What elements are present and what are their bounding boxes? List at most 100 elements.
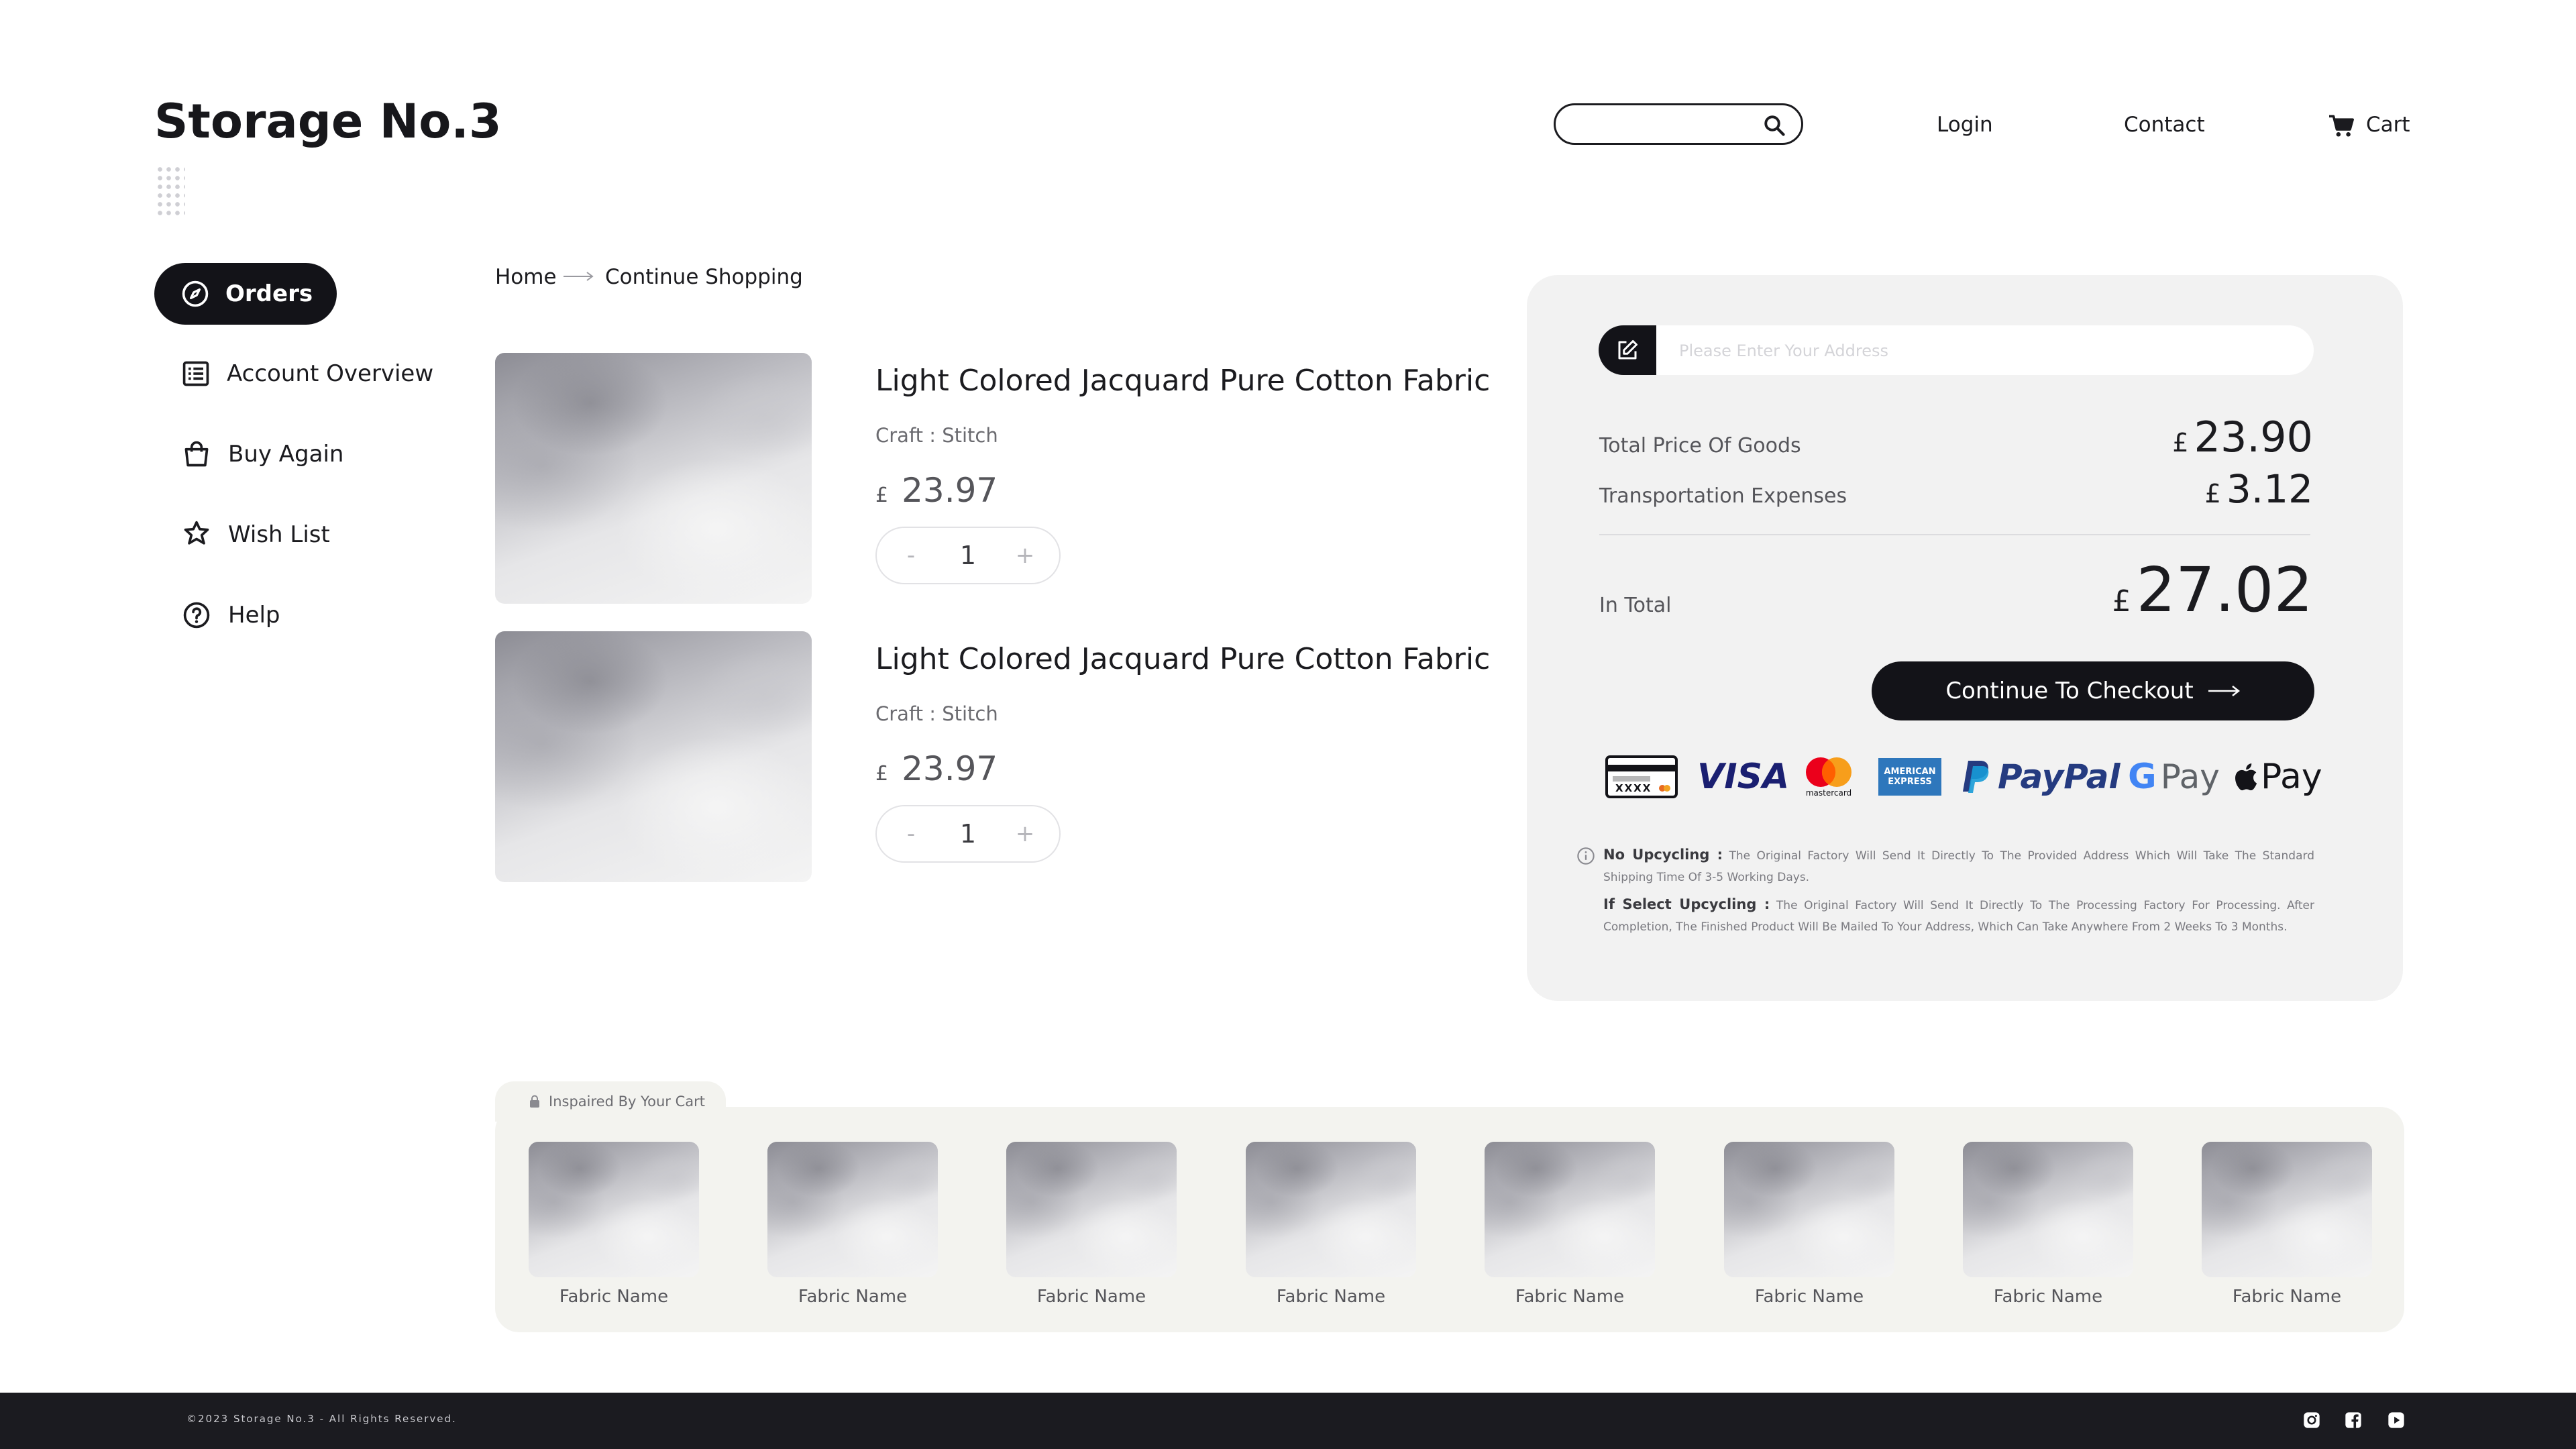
inspired-title-text: Inspaired By Your Cart: [549, 1093, 705, 1110]
product-title[interactable]: Light Colored Jacquard Pure Cotton Fabri…: [875, 364, 1490, 398]
cart-icon[interactable]: [2328, 114, 2355, 138]
compass-icon: [180, 278, 211, 309]
sidebar-item-label: Wish List: [228, 521, 330, 548]
shipping-note-upcycling: If Select Upcycling : The Original Facto…: [1603, 894, 2314, 938]
currency-symbol: £: [875, 484, 889, 507]
item-name: Fabric Name: [1515, 1287, 1625, 1307]
item-name: Fabric Name: [1036, 1287, 1146, 1307]
transport-label: Transportation Expenses: [1599, 484, 1847, 508]
sidebar-item-buy-again[interactable]: Buy Again: [154, 423, 382, 485]
recommended-item[interactable]: Fabric Name: [1006, 1142, 1177, 1307]
order-summary-panel: [1527, 275, 2403, 1001]
contact-link[interactable]: Contact: [2124, 113, 2205, 137]
shopping-bag-icon: [181, 439, 212, 470]
goods-total-value: £ 23.90: [2172, 413, 2313, 462]
applepay-text: Pay: [2261, 757, 2322, 797]
recommended-item[interactable]: Fabric Name: [767, 1142, 938, 1307]
product-title[interactable]: Light Colored Jacquard Pure Cotton Fabri…: [875, 642, 1490, 676]
currency-symbol: £: [2112, 584, 2131, 619]
price-value: 23.97: [902, 471, 998, 510]
sidebar-item-label: Help: [228, 602, 280, 629]
mastercard-text: mastercard: [1805, 788, 1852, 798]
mastercard-logo: mastercard: [1802, 754, 1856, 800]
product-price: £ 23.97: [875, 471, 998, 510]
address-input[interactable]: [1679, 337, 2283, 364]
recommended-item[interactable]: Fabric Name: [529, 1142, 699, 1307]
quantity-value[interactable]: 1: [960, 819, 976, 849]
help-icon: [181, 600, 212, 631]
paypal-logo: PayPal: [1960, 754, 2121, 800]
login-link[interactable]: Login: [1937, 113, 1993, 137]
item-name: Fabric Name: [559, 1287, 669, 1307]
sidebar-item-label: Account Overview: [227, 360, 434, 387]
product-price: £ 23.97: [875, 749, 998, 788]
total-value: £ 27.02: [2112, 554, 2313, 626]
total-amount: 27.02: [2136, 554, 2313, 626]
note-title: If Select Upcycling :: [1603, 896, 1770, 912]
product-image[interactable]: [495, 631, 812, 882]
transport-amount: 3.12: [2226, 466, 2313, 512]
cart-link[interactable]: Cart: [2366, 113, 2410, 137]
increment-button[interactable]: +: [1015, 820, 1035, 847]
search-input[interactable]: [1573, 111, 1754, 138]
increment-button[interactable]: +: [1015, 542, 1035, 569]
quantity-stepper: - 1 +: [875, 805, 1061, 863]
quantity-value[interactable]: 1: [960, 541, 976, 570]
goods-amount: 23.90: [2194, 413, 2314, 462]
card-number-mask: XXXX: [1615, 782, 1652, 794]
youtube-icon[interactable]: [2387, 1411, 2406, 1430]
breadcrumb-current: Continue Shopping: [605, 265, 803, 289]
sidebar-item-orders[interactable]: Orders: [154, 263, 337, 325]
currency-symbol: £: [2172, 428, 2189, 458]
recommended-item[interactable]: Fabric Name: [1963, 1142, 2133, 1307]
search-bar: [1554, 103, 1803, 145]
breadcrumb-home[interactable]: Home: [495, 265, 557, 289]
item-name: Fabric Name: [1754, 1287, 1864, 1307]
google-pay-logo: G Pay: [2128, 757, 2220, 797]
sidebar-item-wish-list[interactable]: Wish List: [154, 504, 382, 566]
search-icon[interactable]: [1762, 113, 1786, 138]
transport-value: £ 3.12: [2205, 466, 2313, 512]
item-name: Fabric Name: [2232, 1287, 2342, 1307]
decorative-dots: [156, 165, 185, 217]
decrement-button[interactable]: -: [901, 542, 921, 569]
item-name: Fabric Name: [1276, 1287, 1386, 1307]
quantity-stepper: - 1 +: [875, 527, 1061, 584]
recommended-item[interactable]: Fabric Name: [1485, 1142, 1655, 1307]
info-icon: [1577, 847, 1595, 865]
checkout-button[interactable]: Continue To Checkout: [1872, 661, 2314, 720]
sidebar-item-label: Orders: [225, 280, 313, 307]
instagram-icon[interactable]: [2302, 1411, 2321, 1430]
paypal-text: PayPal: [1998, 757, 2121, 796]
product-craft: Craft : Stitch: [875, 424, 998, 447]
decrement-button[interactable]: -: [901, 820, 921, 847]
goods-total-label: Total Price Of Goods: [1599, 434, 1801, 458]
total-label: In Total: [1599, 594, 1672, 617]
item-name: Fabric Name: [1993, 1287, 2103, 1307]
copyright-text: ©2023 Storage No.3 - All Rights Reserved…: [186, 1413, 457, 1425]
sidebar-item-help[interactable]: Help: [154, 584, 382, 646]
brand-logo[interactable]: Storage No.3: [154, 94, 502, 149]
divider: [1599, 534, 2310, 535]
address-field: [1599, 325, 2314, 375]
sidebar-item-label: Buy Again: [228, 441, 344, 468]
edit-icon[interactable]: [1599, 325, 1656, 375]
inspired-title: Inspaired By Your Cart: [529, 1093, 705, 1110]
recommended-item[interactable]: Fabric Name: [1246, 1142, 1416, 1307]
item-name: Fabric Name: [798, 1287, 908, 1307]
arrow-right-icon: [564, 272, 594, 281]
recommended-item[interactable]: Fabric Name: [1724, 1142, 1894, 1307]
amex-logo: AMERICAN EXPRESS: [1878, 758, 1941, 796]
visa-logo: VISA: [1697, 757, 1790, 797]
note-title: No Upcycling :: [1603, 847, 1723, 863]
price-value: 23.97: [902, 749, 998, 788]
product-image[interactable]: [495, 353, 812, 604]
star-icon: [181, 519, 212, 550]
currency-symbol: £: [875, 762, 889, 786]
list-icon: [181, 358, 211, 389]
facebook-icon[interactable]: [2344, 1411, 2363, 1430]
sidebar-item-account-overview[interactable]: Account Overview: [154, 343, 433, 405]
lock-icon: [530, 1095, 539, 1108]
apple-pay-logo: Pay: [2233, 754, 2322, 800]
recommended-item[interactable]: Fabric Name: [2202, 1142, 2372, 1307]
